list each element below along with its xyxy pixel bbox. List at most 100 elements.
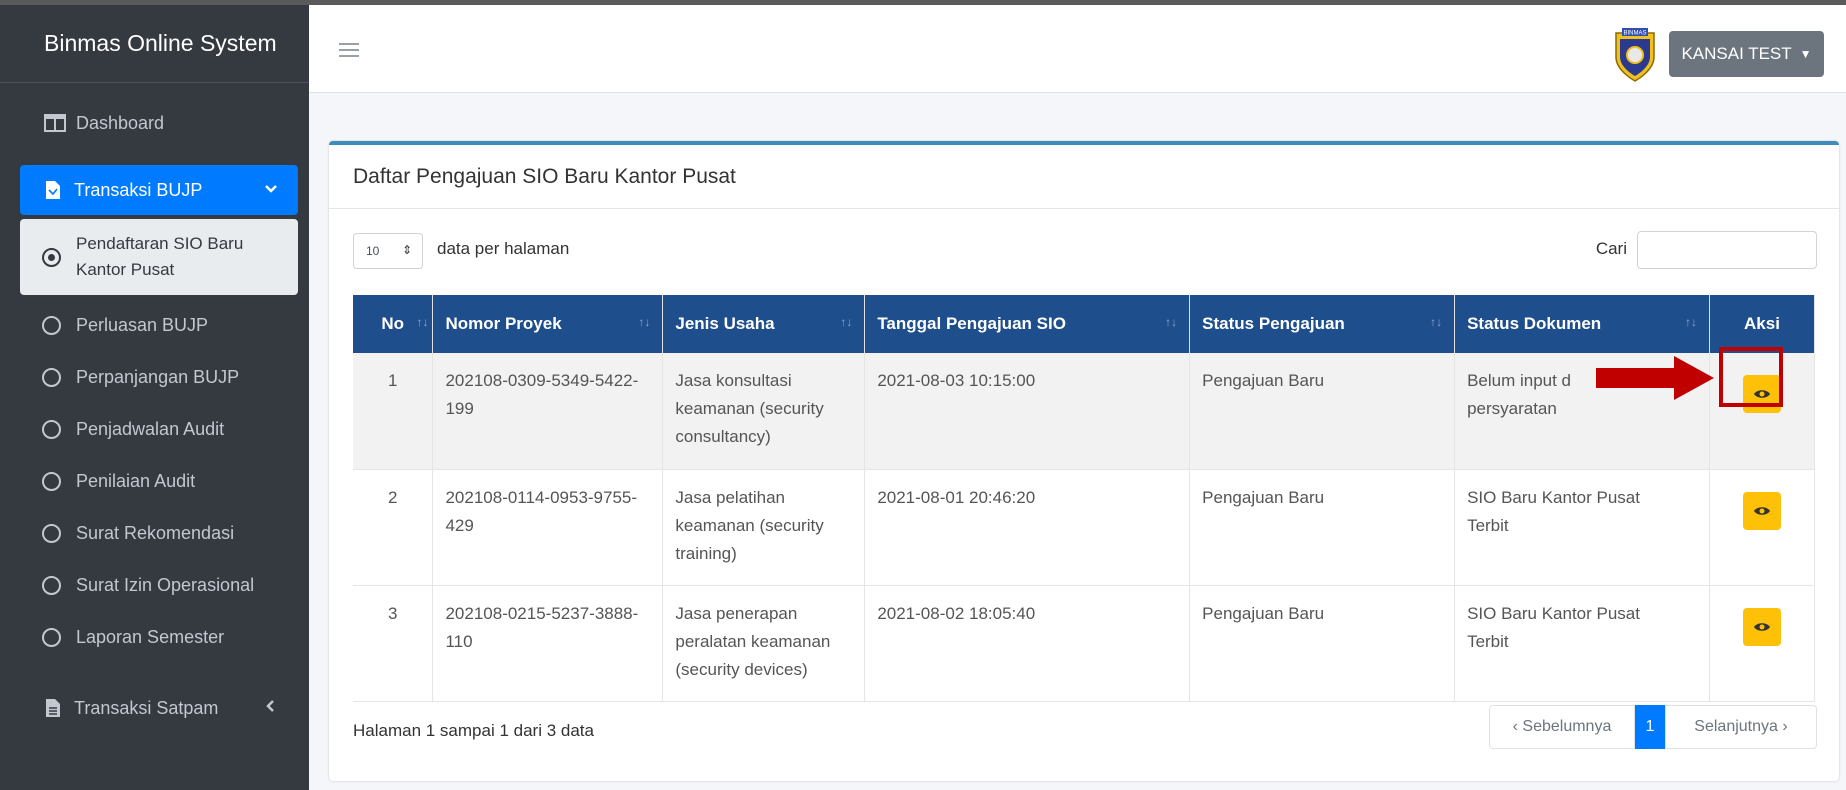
sidebar-item-label: Penjadwalan Audit [76,418,225,439]
sidebar-item-label: Penilaian Audit [76,470,196,491]
sidebar-item-label: Dashboard [76,112,165,133]
cell-nomor-proyek: 202108-0309-5349-5422- 199 [432,353,664,470]
caret-down-icon: ▼ [1799,47,1812,61]
annotation-arrow [1596,356,1716,405]
sidebar-item-label: Surat Rekomendasi [76,522,235,543]
pagination-info: Halaman 1 sampai 1 dari 3 data [353,721,594,740]
sort-icon: ↑↓ [416,315,429,329]
sidebar-item-label: Transaksi BUJP [74,179,203,200]
sidebar-item-penilaian-audit[interactable]: Penilaian Audit [20,461,298,501]
cell-tanggal: 2021-08-02 18:05:40 [864,585,1191,702]
sidebar-item-dashboard[interactable]: Dashboard [20,103,300,143]
sidebar-item-transaksi-bujp[interactable]: Transaksi BUJP [20,165,298,215]
chevron-right-icon: › [1782,718,1788,735]
sidebar-item-label: Surat Izin Operasional [76,574,255,595]
sidebar-item-surat-izin-operasional[interactable]: Surat Izin Operasional [20,565,298,605]
sort-icon: ↑↓ [840,315,853,329]
column-header-tanggal-pengajuan[interactable]: Tanggal Pengajuan SIO ↑↓ [864,295,1191,353]
chevron-left-icon: ‹ [1512,718,1518,735]
circle-icon [40,314,62,336]
cell-jenis-usaha: Jasa konsultasi keamanan (security consult… [662,353,866,470]
sidebar: Binmas Online System Dashboard Transaksi… [0,5,309,790]
column-header-aksi: Aksi [1709,295,1816,353]
table-controls: 10 ⇕ data per halaman Cari [329,209,1839,289]
table-row: 2 202108-0114-0953-9755- 429 Jasa pelatih… [353,469,1816,586]
sidebar-item-pendaftaran-sio-baru[interactable]: Pendaftaran SIO Baru Kantor Pusat [20,219,298,295]
user-menu-button[interactable]: KANSAI TEST ▼ [1669,31,1824,77]
circle-icon [40,574,62,596]
sort-icon: ↑↓ [1684,315,1697,329]
chevron-down-icon [264,179,278,200]
sidebar-item-surat-rekomendasi[interactable]: Surat Rekomendasi [20,513,298,553]
eye-icon [1753,622,1770,631]
cell-tanggal: 2021-08-03 10:15:00 [864,353,1191,470]
cell-no: 3 [353,585,434,702]
cell-status-dokumen: SIO Baru Kantor Pusat Terbit [1454,585,1710,702]
cell-aksi [1709,469,1816,586]
file-icon [44,179,62,201]
cell-status-pengajuan: Pengajuan Baru [1189,585,1456,702]
sidebar-item-label: Transaksi Satpam [74,697,219,718]
column-header-no[interactable]: No ↑↓ [353,295,434,353]
table-row: 3 202108-0215-5237-3888- 110 Jasa penerap… [353,585,1816,702]
cell-no: 1 [353,353,434,470]
annotation-highlight-box [1719,347,1783,407]
current-page-button[interactable]: 1 [1635,705,1665,749]
sidebar-item-penjadwalan-audit[interactable]: Penjadwalan Audit [20,409,298,449]
circle-icon [40,470,62,492]
sort-icon: ↑↓ [1165,315,1178,329]
cell-jenis-usaha: Jasa penerapan peralatan keamanan (securit… [662,585,866,702]
sidebar-item-perluasan-bujp[interactable]: Perluasan BUJP [20,305,298,345]
sidebar-item-perpanjangan-bujp[interactable]: Perpanjangan BUJP [20,357,298,397]
column-header-status-dokumen[interactable]: Status Dokumen ↑↓ [1454,295,1710,353]
view-button[interactable] [1742,491,1781,530]
menu-toggle-icon[interactable] [339,43,359,59]
cell-aksi [1709,585,1816,702]
view-button[interactable] [1742,607,1781,646]
circle-icon [40,626,62,648]
search-label: Cari [1595,239,1627,258]
search-input[interactable] [1637,231,1817,269]
cell-status-pengajuan: Pengajuan Baru [1189,469,1456,586]
eye-icon [1753,506,1770,515]
card-title: Daftar Pengajuan SIO Baru Kantor Pusat [329,145,1839,209]
column-header-nomor-proyek[interactable]: Nomor Proyek ↑↓ [432,295,664,353]
cell-nomor-proyek: 202108-0114-0953-9755- 429 [432,469,664,586]
column-header-jenis-usaha[interactable]: Jenis Usaha ↑↓ [662,295,866,353]
column-header-status-pengajuan[interactable]: Status Pengajuan ↑↓ [1189,295,1456,353]
per-page-select[interactable]: 10 ⇕ [353,233,423,269]
top-navbar: BINMAS KANSAI TEST ▼ [309,5,1846,93]
cell-status-dokumen: SIO Baru Kantor Pusat Terbit [1454,469,1710,586]
select-arrows-icon: ⇕ [401,243,412,257]
binmas-logo: BINMAS [1612,27,1658,83]
brand-title[interactable]: Binmas Online System [0,5,309,83]
cell-tanggal: 2021-08-01 20:46:20 [864,469,1191,586]
chevron-left-icon [264,697,278,718]
prev-page-button[interactable]: ‹ Sebelumnya [1489,705,1635,749]
submission-list-card: Daftar Pengajuan SIO Baru Kantor Pusat 1… [329,141,1839,781]
table-icon [44,114,66,132]
sidebar-item-laporan-semester[interactable]: Laporan Semester [20,617,298,657]
document-icon [44,697,62,719]
logo-text: BINMAS [1623,31,1646,37]
next-page-button[interactable]: Selanjutnya › [1665,705,1817,749]
cell-jenis-usaha: Jasa pelatihan keamanan (security training… [662,469,866,586]
sort-icon: ↑↓ [638,315,651,329]
circle-icon [40,522,62,544]
user-name: KANSAI TEST [1681,44,1792,63]
sidebar-item-label: Pendaftaran SIO Baru Kantor Pusat [76,234,244,279]
app-frame: Binmas Online System Dashboard Transaksi… [0,0,1846,790]
cell-nomor-proyek: 202108-0215-5237-3888- 110 [432,585,664,702]
cell-status-pengajuan: Pengajuan Baru [1189,353,1456,470]
circle-icon [40,366,62,388]
sidebar-item-label: Laporan Semester [76,626,225,647]
sort-icon: ↑↓ [1430,315,1443,329]
pagination: ‹ Sebelumnya 1 Selanjutnya › [1489,705,1817,749]
per-page-value: 10 [366,244,380,258]
circle-icon [40,418,62,440]
dot-circle-icon [40,246,62,268]
sidebar-item-label: Perluasan BUJP [76,314,209,335]
per-page-label: data per halaman [437,239,570,258]
cell-no: 2 [353,469,434,586]
sidebar-item-transaksi-satpam[interactable]: Transaksi Satpam [20,688,298,728]
